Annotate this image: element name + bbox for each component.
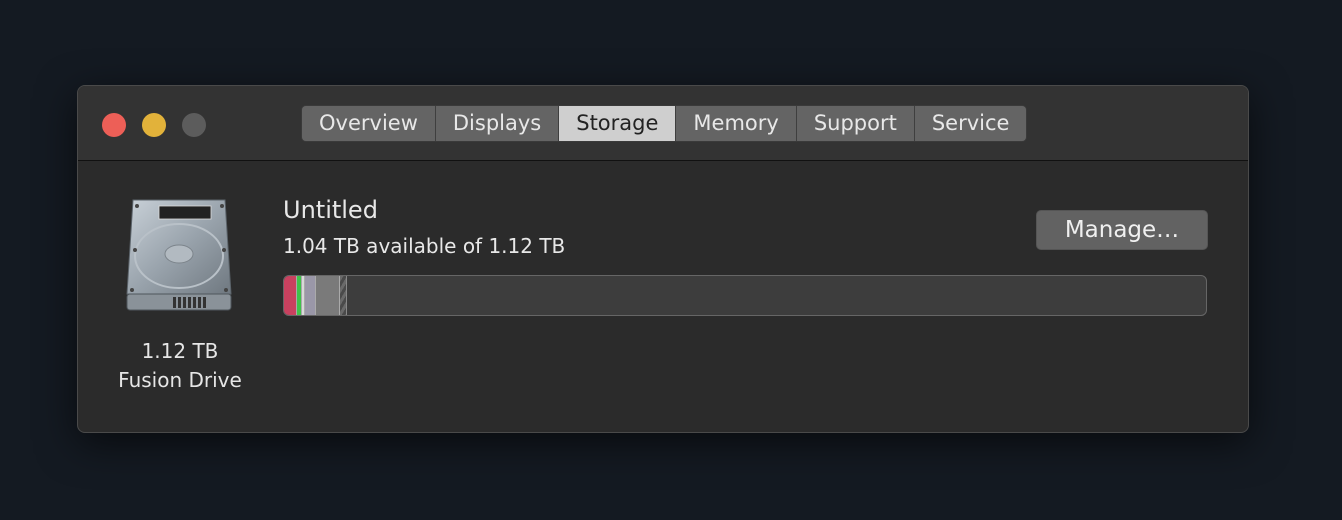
drive-capacity: 1.12 TB <box>141 339 219 363</box>
usage-segment <box>315 276 340 315</box>
usage-segment <box>304 276 316 315</box>
minimize-button[interactable] <box>142 113 166 137</box>
tab-support[interactable]: Support <box>796 106 915 141</box>
manage-button[interactable]: Manage… <box>1036 210 1208 250</box>
title-bar: Overview Displays Storage Memory Support Serv… <box>78 86 1248 161</box>
drive-type: Fusion Drive <box>118 368 242 392</box>
zoom-button[interactable] <box>182 113 206 137</box>
system-information-window: Overview Displays Storage Memory Support Serv… <box>77 85 1249 433</box>
volume-availability: 1.04 TB available of 1.12 TB <box>283 234 566 258</box>
storage-usage-bar <box>283 275 1207 316</box>
volume-name: Untitled <box>283 196 378 224</box>
tab-overview[interactable]: Overview <box>302 106 436 141</box>
hard-drive-icon <box>126 199 232 311</box>
tab-service[interactable]: Service <box>914 106 1027 141</box>
usage-segment <box>339 276 347 315</box>
tab-storage[interactable]: Storage <box>559 106 677 141</box>
close-button[interactable] <box>102 113 126 137</box>
tab-displays[interactable]: Displays <box>435 106 560 141</box>
usage-segment <box>284 276 296 315</box>
tab-bar: Overview Displays Storage Memory Support Serv… <box>301 105 1028 142</box>
tab-memory[interactable]: Memory <box>676 106 797 141</box>
